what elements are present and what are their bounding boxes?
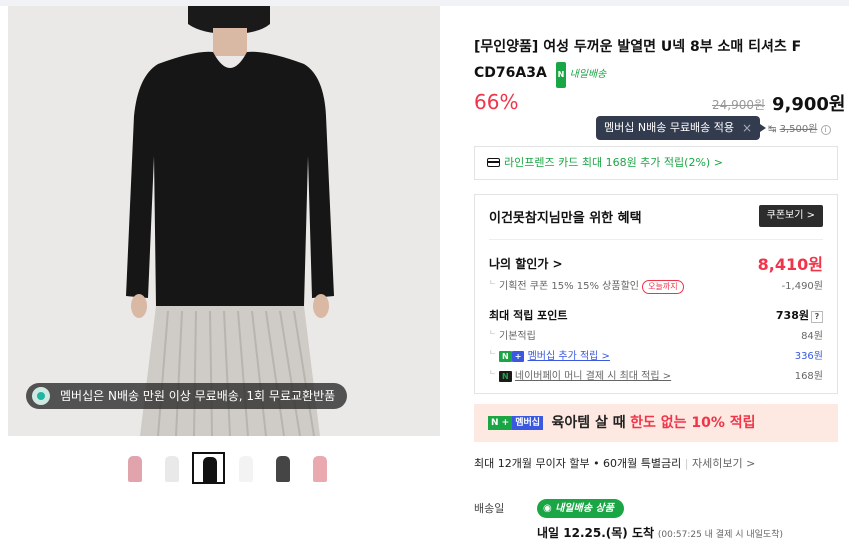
shipping-fee-original: 3,500원 — [779, 124, 818, 135]
coupon-view-button[interactable]: 쿠폰보기 > — [758, 205, 823, 227]
n-plus-badge-icon: N + — [488, 416, 513, 430]
thumb-figure — [276, 456, 290, 482]
thumb-figure — [128, 456, 142, 482]
thumbnail-strip — [118, 452, 336, 484]
n-delivery-icon: ◉ — [543, 503, 552, 514]
shipping-tooltip: 멤버십 N배송 무료배송 적용 × — [596, 116, 767, 140]
delivery-note: (00:57:25 내 결제 시 내일도착) — [657, 530, 784, 540]
membership-promo-pill: 멤버십은 N배송 만원 이상 무료배송, 1회 무료교환반품 — [26, 383, 348, 409]
thumb-figure — [239, 456, 253, 482]
banner-text-1: 육아템 살 때 — [551, 415, 626, 431]
n-delivery-icon — [32, 387, 50, 405]
my-price-value: 8,410원 — [757, 255, 823, 274]
thumb-figure — [165, 456, 179, 482]
product-title: [무인양품] 여성 두꺼운 발열면 U넥 8부 소매 티셔츠 F CD76A3A… — [474, 34, 844, 88]
separator: | — [684, 457, 689, 470]
membership-banner[interactable]: N + 멤버십 육아템 살 때 한도 없는 10% 적립 — [474, 404, 838, 442]
n-badge-icon: N — [499, 351, 512, 362]
installment-more-link[interactable]: 자세히보기 > — [692, 457, 755, 470]
naverpay-icon: N — [499, 371, 512, 382]
product-main-image[interactable] — [8, 6, 440, 436]
divider — [489, 239, 823, 240]
thumbnail[interactable] — [303, 452, 336, 484]
naverpay-points-label: 네이버페이 머니 결제 시 최대 적립 > — [514, 371, 672, 382]
thumbnail[interactable] — [155, 452, 188, 484]
my-price-row[interactable]: 나의 할인가 > 8,410원 — [489, 255, 823, 274]
coupon-line: 기획전 쿠폰 15% 15% 상품할인 — [499, 281, 639, 292]
banner-text-2: 한도 없는 10% 적립 — [630, 415, 756, 431]
points-label: 최대 적립 포인트 — [489, 309, 568, 322]
tomorrow-delivery-label: 내일배송 — [569, 69, 607, 80]
delivery-date: 내일 12.25.(목) 도착 (00:57:25 내 결제 시 내일도착) — [537, 524, 783, 541]
shipping-fee: ↹ 3,500원 i — [768, 120, 831, 135]
tomorrow-delivery-tag: N 내일배송 — [555, 62, 607, 88]
tomorrow-delivery-badge: ◉ 내일배송 상품 — [537, 499, 624, 518]
points-row: 최대 적립 포인트 738원? — [489, 307, 823, 323]
basic-points-value: 84원 — [801, 331, 823, 342]
thumbnail[interactable] — [118, 452, 151, 484]
benefit-box: 이건못참지님만을 위한 혜택 쿠폰보기 > 나의 할인가 > 8,410원 기획… — [474, 194, 838, 394]
membership-points-row[interactable]: N+ 멤버십 추가 적립 > 336원 — [489, 347, 823, 362]
product-title-text: [무인양품] 여성 두꺼운 발열면 U넥 8부 소매 티셔츠 F CD76A3A — [474, 39, 802, 81]
card-promo-box[interactable]: 라인프렌즈 카드 최대 168원 추가 적립(2%) > — [474, 146, 838, 180]
original-price: 24,900원 — [712, 98, 766, 112]
plus-badge-icon: + — [511, 351, 525, 362]
coupon-discount: -1,490원 — [781, 281, 823, 292]
delivery-date-text: 내일 12.25.(목) 도착 — [537, 526, 655, 540]
points-value-wrap: 738원? — [776, 307, 823, 323]
naverpay-points-value: 168원 — [794, 371, 823, 382]
membership-points-value: 336원 — [794, 351, 823, 362]
membership-points-label: 멤버십 추가 적립 > — [527, 351, 610, 362]
sale-price: 9,900원 — [772, 94, 846, 115]
card-promo-text: 라인프렌즈 카드 최대 168원 추가 적립(2%) > — [504, 156, 723, 169]
thumb-figure — [203, 457, 217, 483]
benefit-title: 이건못참지님만을 위한 혜택 — [489, 211, 642, 226]
promo-text: 멤버십은 N배송 만원 이상 무료배송, 1회 무료교환반품 — [60, 389, 336, 403]
thumbnail[interactable] — [266, 452, 299, 484]
delivery-badge-label: 내일배송 상품 — [555, 503, 614, 514]
n-delivery-icon: N — [555, 62, 567, 88]
coupon-row: 기획전 쿠폰 15% 15% 상품할인 오늘까지 -1,490원 — [489, 277, 823, 294]
close-icon[interactable]: × — [742, 116, 752, 140]
thumb-figure — [313, 456, 327, 482]
truck-icon: ↹ — [768, 124, 777, 135]
discount-rate: 66% — [474, 90, 519, 114]
model-illustration — [8, 6, 440, 436]
thumbnail-selected[interactable] — [192, 452, 225, 484]
basic-points-row: 기본적립 84원 — [489, 327, 823, 342]
my-price-label: 나의 할인가 > — [489, 257, 563, 271]
today-only-tag: 오늘까지 — [642, 280, 684, 294]
credit-card-icon — [487, 158, 500, 167]
delivery-label: 배송일 — [474, 502, 505, 515]
basic-points-label: 기본적립 — [499, 331, 536, 342]
info-icon[interactable]: i — [820, 125, 831, 135]
membership-badge: 멤버십 — [512, 416, 544, 430]
tooltip-text: 멤버십 N배송 무료배송 적용 — [604, 121, 735, 134]
points-value: 738원 — [775, 309, 809, 322]
installment-info: 최대 12개월 무이자 할부 • 60개월 특별금리 | 자세히보기 > — [474, 455, 755, 471]
naverpay-points-row[interactable]: N 네이버페이 머니 결제 시 최대 적립 > 168원 — [489, 367, 823, 382]
help-icon[interactable]: ? — [811, 311, 823, 323]
installment-text: 최대 12개월 무이자 할부 • 60개월 특별금리 — [474, 457, 682, 470]
thumbnail[interactable] — [229, 452, 262, 484]
